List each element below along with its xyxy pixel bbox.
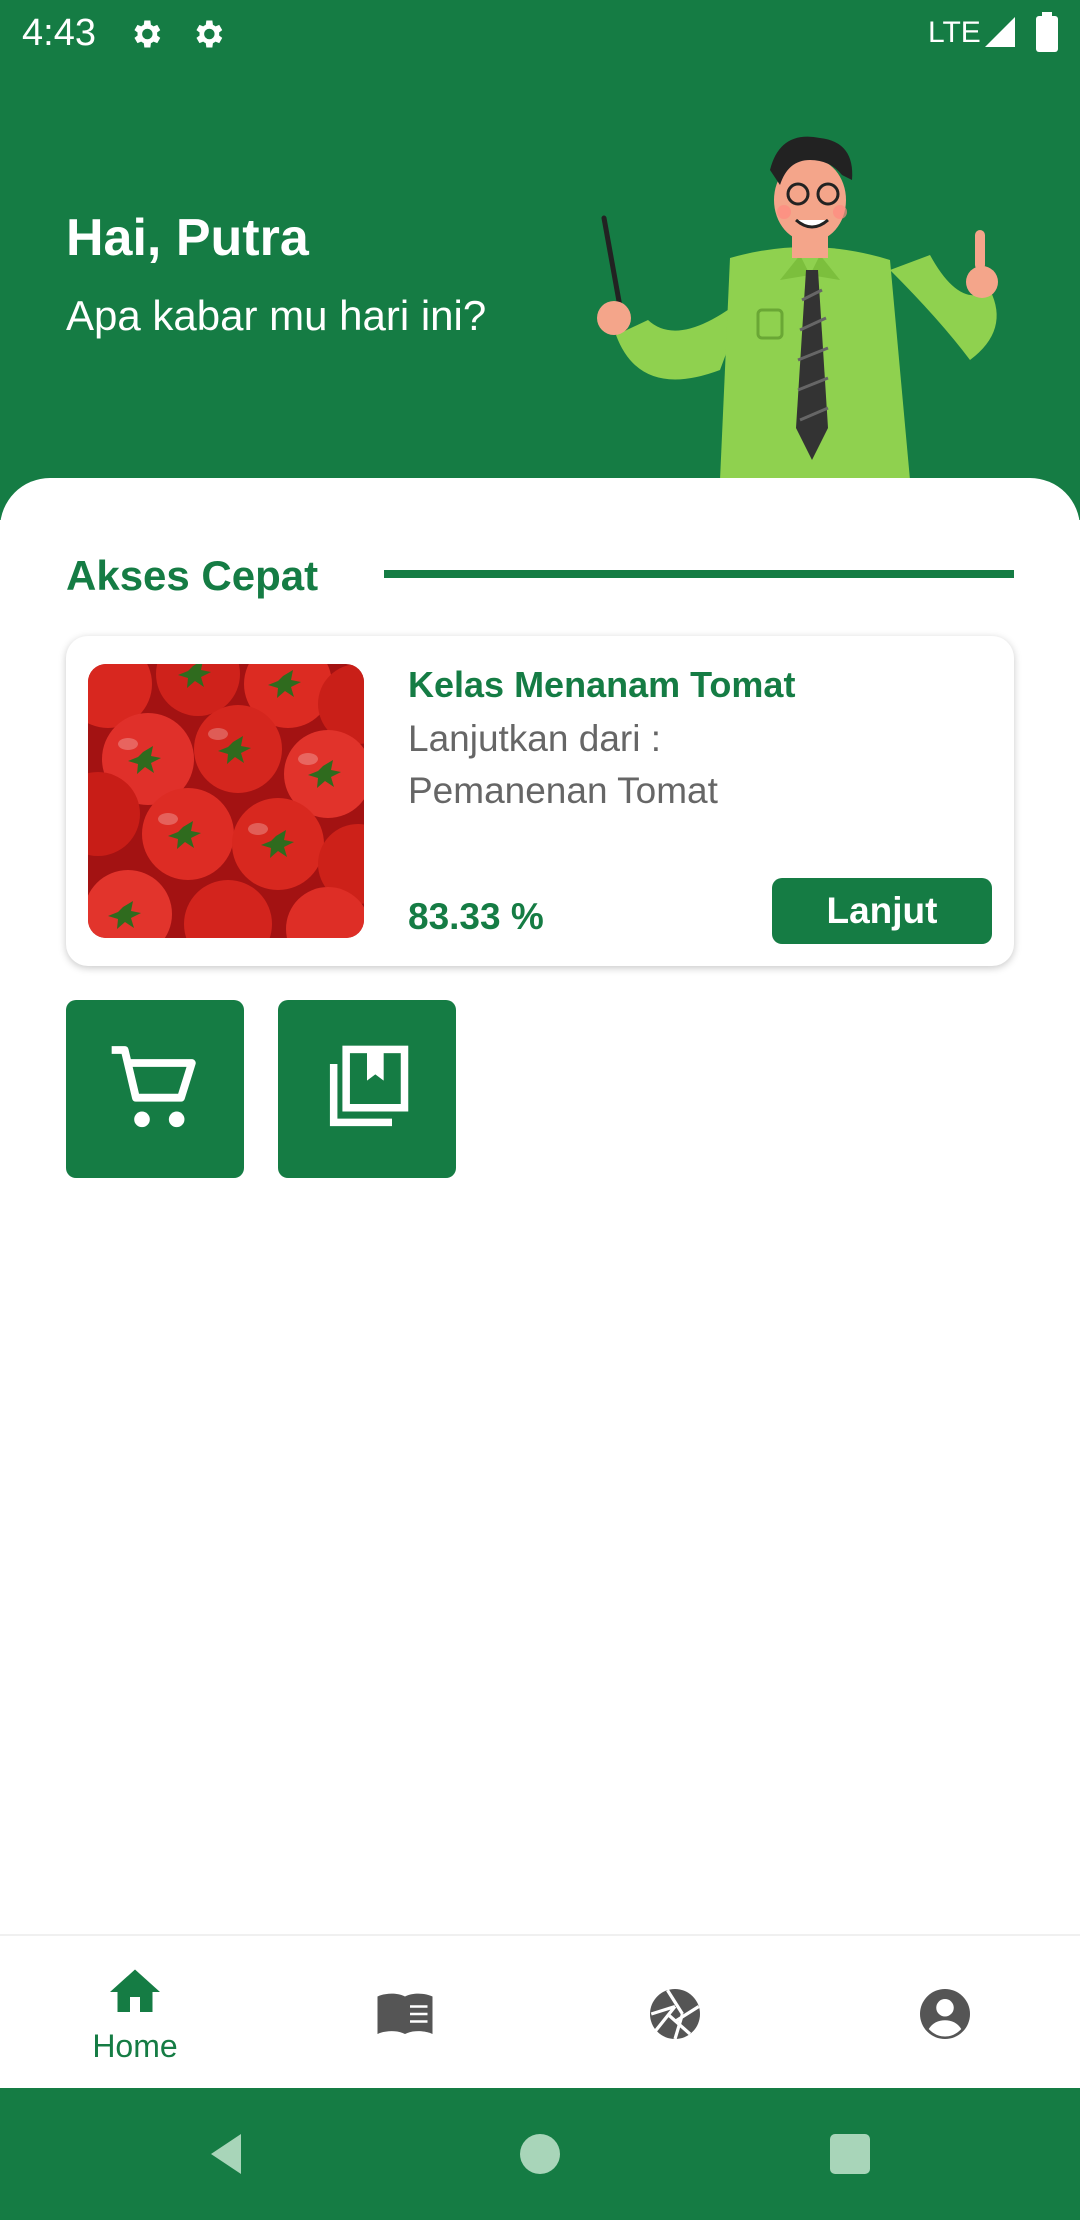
shop-button[interactable] [66, 1000, 244, 1178]
bottom-navigation: Home [0, 1934, 1080, 2088]
nav-home-label: Home [92, 2028, 178, 2064]
cart-icon [111, 1046, 196, 1128]
course-continue-label: Lanjutkan dari : [408, 718, 662, 759]
signal-icon [985, 17, 1015, 47]
network-type: LTE [928, 16, 981, 49]
settings-gear-icon [134, 20, 161, 48]
course-title: Kelas Menanam Tomat [408, 664, 796, 705]
nav-camera[interactable] [540, 1936, 810, 2090]
book-icon [377, 1993, 433, 2034]
course-progress: 83.33 % [408, 896, 544, 937]
settings-gear-icon [196, 20, 223, 48]
recents-icon[interactable] [820, 2124, 880, 2184]
status-time: 4:43 [22, 12, 96, 54]
nav-profile[interactable] [810, 1936, 1080, 2090]
continue-button[interactable]: Lanjut [772, 878, 992, 944]
section-title: Akses Cepat [66, 552, 319, 599]
course-lesson-name: Pemanenan Tomat [408, 770, 718, 811]
status-bar: 4:43 LTE [0, 0, 1080, 66]
greeting-title: Hai, Putra [66, 209, 309, 267]
back-icon[interactable] [196, 2124, 256, 2184]
tomato-image [88, 664, 364, 938]
teacher-mascot-illustration [597, 136, 998, 480]
home-circle-icon[interactable] [510, 2124, 570, 2184]
course-card[interactable]: Kelas Menanam Tomat Lanjutkan dari : Pem… [66, 636, 1014, 966]
library-button[interactable] [278, 1000, 456, 1178]
home-icon [110, 1969, 160, 2012]
nav-home[interactable]: Home [0, 1936, 270, 2090]
battery-icon [1036, 12, 1058, 52]
aperture-icon [650, 1989, 700, 2040]
system-navigation-bar [0, 2088, 1080, 2220]
section-divider [384, 570, 1014, 578]
library-bookmark-icon [329, 1045, 409, 1127]
nav-book[interactable] [270, 1936, 540, 2090]
account-circle-icon [920, 1989, 970, 2039]
greeting-subtitle: Apa kabar mu hari ini? [66, 292, 487, 339]
